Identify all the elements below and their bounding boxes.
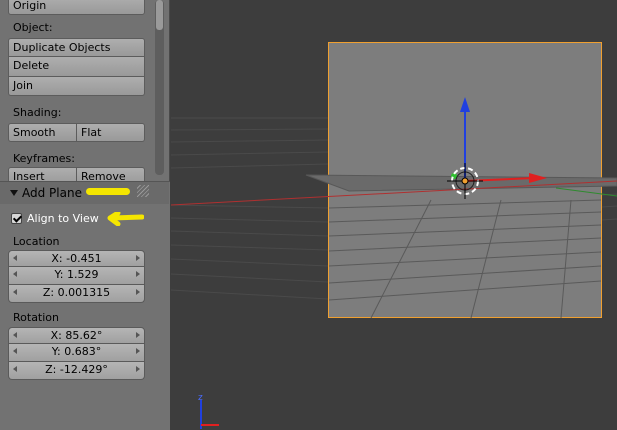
- rotation-x-field[interactable]: X: 85.62°: [8, 327, 145, 344]
- decrement-icon[interactable]: [13, 271, 17, 277]
- increment-icon[interactable]: [136, 255, 140, 261]
- location-y-field[interactable]: Y: 1.529: [8, 267, 145, 285]
- plane-object: [305, 174, 617, 192]
- rotation-y-value: Y: 0.683°: [51, 345, 102, 358]
- object-origin-icon: [461, 177, 469, 185]
- rotation-y-field[interactable]: Y: 0.683°: [8, 344, 145, 362]
- drag-grip-icon[interactable]: [137, 185, 149, 197]
- rotation-x-value: X: 85.62°: [50, 329, 103, 342]
- location-z-field[interactable]: Z: 0.001315: [8, 285, 145, 303]
- 3d-viewport[interactable]: z: [171, 0, 617, 429]
- location-z-value: Z: 0.001315: [42, 286, 111, 299]
- shading-section-label: Shading:: [13, 106, 62, 119]
- rotation-z-field[interactable]: Z: -12.429°: [8, 362, 145, 380]
- annotation-mark: [86, 188, 130, 195]
- join-button[interactable]: Join: [8, 77, 145, 96]
- operator-panel-header[interactable]: Add Plane: [0, 182, 169, 204]
- location-y-value: Y: 1.529: [54, 268, 99, 281]
- decrement-icon[interactable]: [13, 289, 17, 295]
- smooth-button[interactable]: Smooth: [8, 123, 77, 142]
- delete-button[interactable]: Delete: [8, 57, 145, 77]
- rotation-z-value: Z: -12.429°: [45, 363, 108, 376]
- origin-button[interactable]: Origin: [8, 0, 145, 15]
- align-to-view-label[interactable]: Align to View: [27, 212, 99, 225]
- increment-icon[interactable]: [136, 332, 140, 338]
- annotation-mark: [106, 210, 145, 227]
- tool-shelf-scrollbar[interactable]: [155, 0, 164, 175]
- collapse-arrow-icon[interactable]: [10, 190, 18, 196]
- operator-panel: Add Plane Align to View Location X: -0.4…: [0, 181, 170, 430]
- decrement-icon[interactable]: [13, 348, 17, 354]
- increment-icon[interactable]: [136, 289, 140, 295]
- keyframes-section-label: Keyframes:: [13, 152, 75, 165]
- y-axis-line: [555, 187, 617, 197]
- operator-title: Add Plane: [22, 186, 82, 200]
- duplicate-objects-button[interactable]: Duplicate Objects: [8, 38, 145, 57]
- location-label: Location: [13, 235, 60, 248]
- increment-icon[interactable]: [136, 366, 140, 372]
- location-x-field[interactable]: X: -0.451: [8, 250, 145, 267]
- align-to-view-checkbox[interactable]: [11, 213, 22, 224]
- object-section-label: Object:: [13, 21, 53, 34]
- increment-icon[interactable]: [136, 271, 140, 277]
- decrement-icon[interactable]: [13, 366, 17, 372]
- svg-text:z: z: [198, 393, 203, 403]
- decrement-icon[interactable]: [13, 255, 17, 261]
- flat-button[interactable]: Flat: [77, 123, 145, 142]
- location-x-value: X: -0.451: [51, 252, 102, 265]
- viewport-scene: z: [171, 97, 617, 429]
- decrement-icon[interactable]: [13, 332, 17, 338]
- scrollbar-thumb[interactable]: [156, 0, 163, 30]
- increment-icon[interactable]: [136, 348, 140, 354]
- rotation-label: Rotation: [13, 311, 60, 324]
